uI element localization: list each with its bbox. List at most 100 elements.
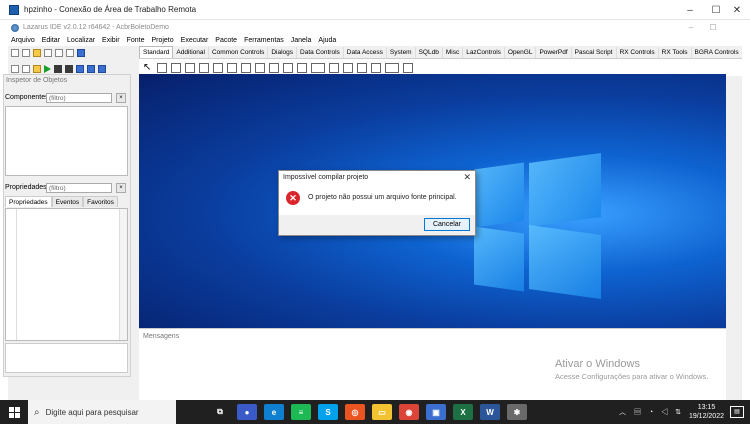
tlabel-icon[interactable] — [199, 62, 209, 73]
palette-tab-system[interactable]: System — [387, 47, 416, 58]
tradiogroup-icon[interactable] — [343, 62, 353, 73]
task-view[interactable]: ⧉ — [210, 404, 230, 420]
view-units-icon[interactable] — [77, 49, 85, 57]
main-toolbar-row-1 — [8, 46, 138, 60]
notifications-icon[interactable]: ▤ — [730, 406, 744, 418]
palette-tab-sqldb[interactable]: SQLdb — [416, 47, 443, 58]
menu-janela[interactable]: Janela — [291, 37, 312, 44]
palette-tab-bgra-controls[interactable]: BGRA Controls — [692, 47, 742, 58]
excel-icon[interactable]: X — [453, 404, 473, 420]
selection-cursor-icon[interactable]: ↖ — [143, 62, 153, 73]
tedit-icon[interactable] — [213, 62, 223, 73]
language-indicator[interactable]: ⇅ — [675, 408, 681, 416]
close-button[interactable]: ✕ — [724, 0, 750, 20]
save-icon[interactable] — [44, 49, 52, 57]
tframe-icon[interactable] — [385, 62, 399, 73]
build-mode-icon[interactable] — [33, 65, 41, 73]
tactionlist-icon[interactable] — [403, 62, 413, 73]
new-unit-icon[interactable] — [11, 49, 19, 57]
project-options-icon[interactable] — [22, 65, 30, 73]
menu-arquivo[interactable]: Arquivo — [11, 37, 35, 44]
tmainmenu-icon[interactable] — [157, 62, 167, 73]
step-over-icon[interactable] — [87, 65, 95, 73]
ide-maximize-button[interactable]: ☐ — [702, 20, 724, 35]
toggle-form-icon[interactable] — [66, 49, 74, 57]
new-form-icon[interactable] — [22, 49, 30, 57]
palette-tab-pascal-script[interactable]: Pascal Script — [572, 47, 617, 58]
components-filter-clear-icon[interactable]: × — [116, 93, 126, 103]
palette-tab-opengl[interactable]: OpenGL — [505, 47, 537, 58]
view-forms-icon[interactable] — [11, 65, 19, 73]
dialog-message: O projeto não possui um arquivo fonte pr… — [308, 194, 457, 201]
menu-localizar[interactable]: Localizar — [67, 37, 95, 44]
palette-tab-common-controls[interactable]: Common Controls — [209, 47, 269, 58]
palette-tab-rx-controls[interactable]: RX Controls — [617, 47, 659, 58]
step-out-icon[interactable] — [98, 65, 106, 73]
tab-propriedades[interactable]: Propriedades — [5, 196, 52, 207]
menu-pacote[interactable]: Pacote — [215, 37, 237, 44]
start-button[interactable] — [0, 400, 28, 424]
tmemo-icon[interactable] — [227, 62, 237, 73]
palette-tab-powerpdf[interactable]: PowerPdf — [536, 47, 572, 58]
chat-icon[interactable]: ● — [237, 404, 257, 420]
clock[interactable]: 13:15 19/12/2022 — [689, 403, 724, 421]
menu-fonte[interactable]: Fonte — [127, 37, 145, 44]
save-all-icon[interactable] — [55, 49, 63, 57]
tpanel-icon[interactable] — [371, 62, 381, 73]
tlistbox-icon[interactable] — [283, 62, 293, 73]
menu-ajuda[interactable]: Ajuda — [318, 37, 336, 44]
palette-tab-data-controls[interactable]: Data Controls — [297, 47, 344, 58]
tgroupbox-icon[interactable] — [329, 62, 339, 73]
tpopupmenu-icon[interactable] — [171, 62, 181, 73]
menu-exibir[interactable]: Exibir — [102, 37, 120, 44]
pause-icon[interactable] — [54, 65, 62, 73]
tray-icons[interactable]: ︿ ▤ ◔ ◁ — [619, 407, 671, 417]
palette-tab-additional[interactable]: Additional — [173, 47, 209, 58]
open-icon[interactable] — [33, 49, 41, 57]
tcombobox-icon[interactable] — [297, 62, 307, 73]
properties-filter-clear-icon[interactable]: × — [116, 183, 126, 193]
palette-tab-rx-tools[interactable]: RX Tools — [659, 47, 692, 58]
palette-tab-standard[interactable]: Standard — [139, 46, 174, 58]
palette-tab-dialogs[interactable]: Dialogs — [268, 47, 298, 58]
property-grid-scrollbar[interactable] — [119, 209, 127, 340]
tcheckbox-icon[interactable] — [255, 62, 265, 73]
dialog-close-icon[interactable]: ✕ — [463, 172, 471, 183]
step-into-icon[interactable] — [76, 65, 84, 73]
edge-icon[interactable]: e — [264, 404, 284, 420]
menu-executar[interactable]: Executar — [181, 37, 209, 44]
properties-label: Propriedades — [5, 184, 47, 191]
tscrollbar-icon[interactable] — [311, 62, 325, 73]
files-icon[interactable]: ▭ — [372, 404, 392, 420]
components-filter-input[interactable]: (filtro) — [46, 93, 112, 103]
tcheckgroup-icon[interactable] — [357, 62, 367, 73]
menu-editar[interactable]: Editar — [42, 37, 60, 44]
palette-tab-data-access[interactable]: Data Access — [344, 47, 387, 58]
property-grid[interactable] — [5, 208, 128, 341]
remote-desktop-icon[interactable]: ▣ — [426, 404, 446, 420]
skype-icon[interactable]: S — [318, 404, 338, 420]
palette-tab-lazcontrols[interactable]: LazControls — [463, 47, 505, 58]
components-tree[interactable] — [5, 106, 128, 176]
ide-minimize-button[interactable]: – — [680, 20, 702, 35]
cancel-button[interactable]: Cancelar — [424, 218, 470, 231]
property-grid-divider[interactable] — [16, 209, 17, 340]
ubuntu-icon[interactable]: ◎ — [345, 404, 365, 420]
stop-icon[interactable] — [65, 65, 73, 73]
settings-app-icon[interactable]: ✱ — [507, 404, 527, 420]
run-icon[interactable] — [44, 65, 51, 73]
minimize-button[interactable]: – — [677, 0, 703, 20]
chrome-icon[interactable]: ◉ — [399, 404, 419, 420]
tbutton-icon[interactable] — [185, 62, 195, 73]
palette-tab-misc[interactable]: Misc — [443, 47, 464, 58]
tab-favoritos[interactable]: Favoritos — [83, 196, 118, 207]
properties-filter-input[interactable]: (filtro) — [46, 183, 112, 193]
word-icon[interactable]: W — [480, 404, 500, 420]
menu-projeto[interactable]: Projeto — [151, 37, 173, 44]
taskbar-search[interactable]: ⌕ Digite aqui para pesquisar — [28, 400, 176, 424]
ttogglebox-icon[interactable] — [241, 62, 251, 73]
tradiobutton-icon[interactable] — [269, 62, 279, 73]
menu-ferramentas[interactable]: Ferramentas — [244, 37, 284, 44]
spotify-icon[interactable]: ≡ — [291, 404, 311, 420]
tab-eventos[interactable]: Eventos — [51, 196, 84, 207]
